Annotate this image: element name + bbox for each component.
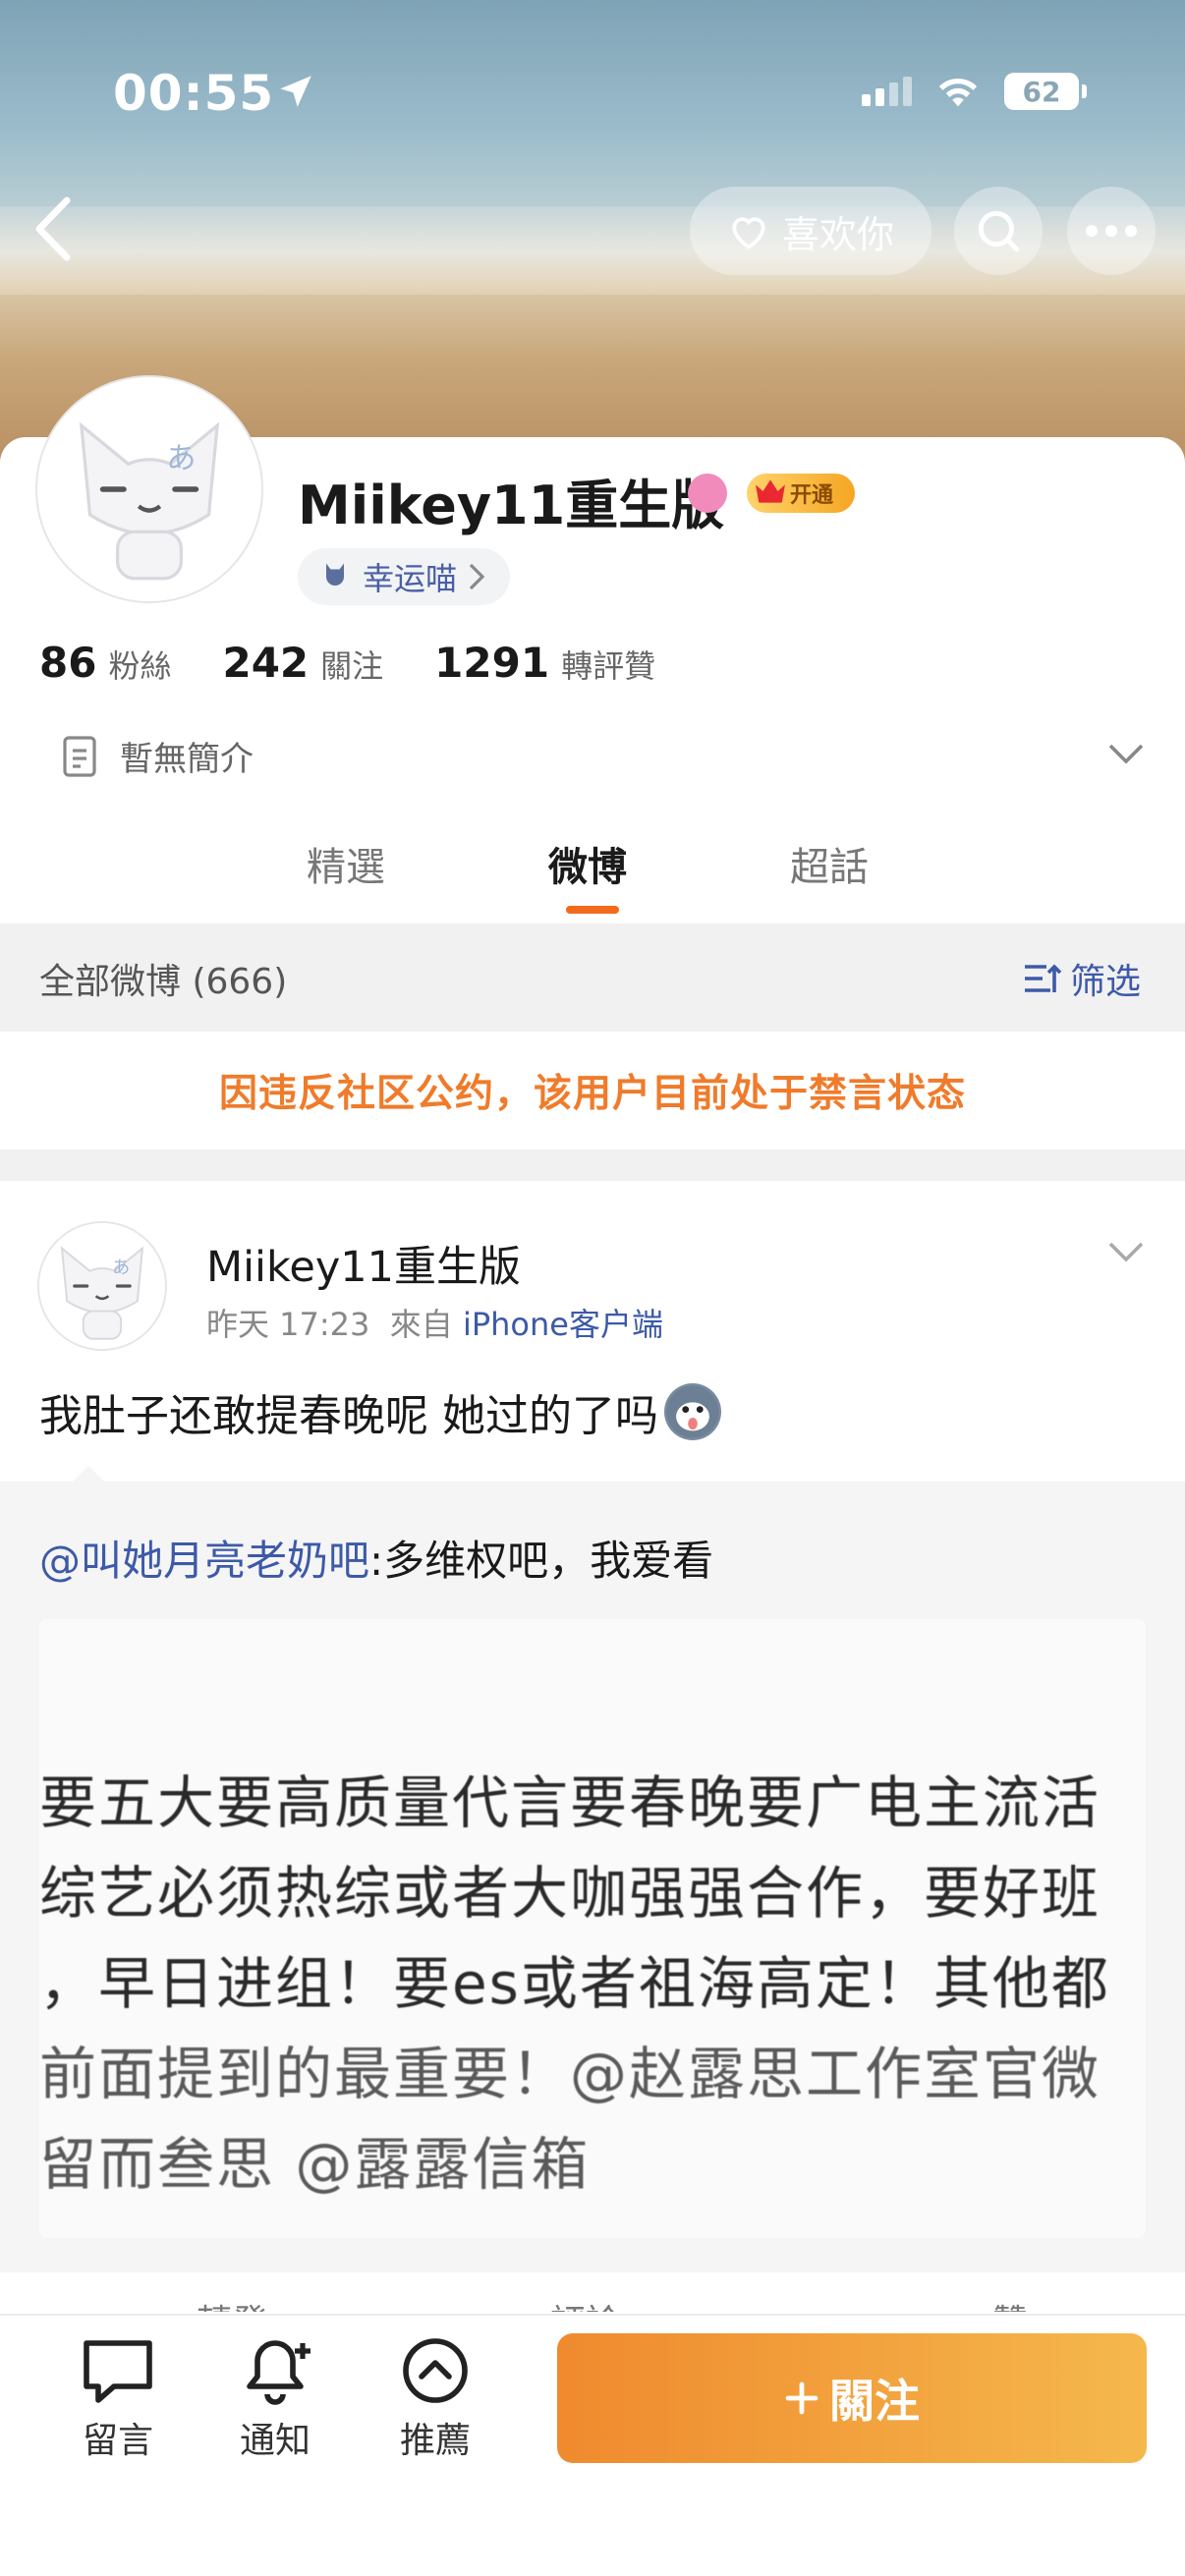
interactions-label: 轉評贊 (561, 647, 656, 685)
followers-stat[interactable]: 86 粉絲 (39, 639, 171, 687)
like-action[interactable]: 贊 (992, 2294, 1028, 2312)
following-label: 關注 (320, 647, 384, 685)
status-time: 00:55 (113, 65, 275, 122)
post-meta: 昨天 17:23 來自 iPhone客户端 (206, 1300, 663, 1345)
follow-button[interactable]: 關注 (557, 2333, 1147, 2463)
bottom-action-bar: 留言 通知 推薦 關注 (0, 2314, 1185, 2576)
post-author-name[interactable]: Miikey11重生版 (206, 1233, 521, 1294)
lucky-cat-badge[interactable]: 幸运喵 (298, 548, 511, 605)
document-icon (63, 735, 96, 777)
vip-open-label: 开通 (790, 483, 834, 508)
tab-super-topic[interactable]: 超話 (790, 835, 869, 892)
filter-button[interactable]: 筛选 (1021, 953, 1141, 1004)
profile-avatar[interactable]: あ (37, 377, 261, 601)
post-body: 我肚子还敢提春晚呢 她过的了吗 (39, 1380, 721, 1443)
female-gender-icon (688, 474, 727, 513)
chevron-right-icon (469, 563, 485, 590)
follow-label: 關注 (829, 2375, 920, 2428)
image-text-line: 综艺必须热综或者大咖强强合作，要好班 (39, 1860, 1101, 1927)
more-dots-icon (1086, 225, 1137, 237)
ban-notice: 因违反社区公约，该用户目前处于禁言状态 (0, 1032, 1185, 1149)
svg-text:あ: あ (112, 1258, 130, 1278)
bio-text: 暫無簡介 (120, 740, 254, 779)
chevron-down-icon[interactable] (1106, 742, 1146, 765)
vip-open-badge[interactable]: 开通 (747, 474, 855, 513)
image-text-line: ，早日进组！要es或者祖海高定！其他都 (39, 1950, 1110, 2017)
search-icon (978, 210, 1020, 252)
interactions-count: 1291 (434, 639, 550, 687)
filter-label: 筛选 (1069, 962, 1141, 1002)
plus-icon (785, 2381, 818, 2415)
repost-image[interactable]: 要五大要高质量代言要春晚要广电主流活 综艺必须热综或者大咖强强合作，要好班 ，早… (39, 1619, 1146, 2238)
status-indicators: 62 (862, 73, 1087, 110)
following-count: 242 (222, 639, 310, 687)
filter-bar: 全部微博 (666) 筛选 (0, 924, 1185, 1032)
section-divider (0, 1149, 1185, 1181)
interactions-stat[interactable]: 1291 轉評贊 (434, 639, 655, 687)
bell-plus-icon (247, 2340, 310, 2405)
cat-avatar-icon: あ (43, 383, 255, 595)
recommend-label: 推薦 (399, 2421, 471, 2461)
filter-sort-icon (1024, 964, 1062, 992)
search-button[interactable] (954, 187, 1043, 275)
chevron-up-circle-icon (403, 2338, 468, 2403)
repost-text: @叫她月亮老奶吧:多维权吧，我爱看 (39, 1528, 713, 1588)
bio-row[interactable]: 暫無簡介 (61, 732, 254, 780)
back-chevron-icon (35, 196, 71, 261)
repost-action[interactable]: 轉發 (197, 2294, 267, 2312)
notify-label: 通知 (239, 2421, 310, 2461)
husky-emoji-icon (664, 1383, 721, 1440)
followers-count: 86 (39, 639, 97, 687)
back-button[interactable] (28, 195, 77, 263)
lucky-cat-label: 幸运喵 (363, 560, 458, 597)
like-you-label: 喜欢你 (781, 212, 894, 256)
message-button[interactable]: 留言 (49, 2335, 187, 2463)
battery-indicator: 62 (1004, 73, 1087, 110)
message-label: 留言 (82, 2421, 153, 2461)
more-button[interactable] (1067, 187, 1156, 275)
post-text: 我肚子还敢提春晚呢 她过的了吗 (39, 1391, 658, 1441)
recommend-button[interactable]: 推薦 (367, 2335, 504, 2463)
svg-text:あ: あ (166, 441, 196, 476)
cat-silhouette-icon (326, 563, 344, 586)
post-author-avatar[interactable]: あ (39, 1223, 165, 1349)
notify-button[interactable]: 通知 (206, 2335, 344, 2463)
message-bubble-icon (84, 2340, 152, 2403)
crown-icon (756, 479, 785, 503)
tab-weibo[interactable]: 微博 (548, 835, 627, 892)
wifi-icon (938, 78, 978, 107)
image-text-line: 留而叁思 @露露信箱 (39, 2131, 591, 2198)
post-source[interactable]: iPhone客户端 (463, 1306, 663, 1343)
followers-label: 粉絲 (108, 647, 172, 685)
profile-stats: 86 粉絲 242 關注 1291 轉評贊 (39, 639, 706, 687)
active-tab-indicator (566, 906, 619, 914)
repost-comment: :多维权吧，我爱看 (369, 1537, 714, 1585)
image-text-line: 前面提到的最重要！@赵露思工作室官微 (39, 2041, 1101, 2107)
post-time: 昨天 17:23 (206, 1306, 370, 1343)
heart-hand-icon (732, 217, 765, 250)
like-you-button[interactable]: 喜欢你 (690, 187, 931, 275)
all-weibo-count: 全部微博 (666) (39, 962, 288, 1002)
cat-avatar-icon: あ (39, 1223, 165, 1349)
following-stat[interactable]: 242 關注 (222, 639, 383, 687)
comment-action[interactable]: 評論 (550, 2294, 621, 2312)
post-action-row: 轉發 評論 贊 (0, 2272, 1185, 2312)
post-from-label: 來自 (389, 1306, 453, 1343)
repost-mention[interactable]: @叫她月亮老奶吧 (39, 1537, 369, 1585)
cellular-signal-icon (862, 77, 912, 106)
location-arrow-icon (275, 71, 316, 116)
post-menu-chevron-icon[interactable] (1106, 1240, 1146, 1263)
image-text-line: 要五大要高质量代言要春晚要广电主流活 (39, 1769, 1101, 1836)
profile-username: Miikey11重生版 (298, 475, 725, 536)
tab-featured[interactable]: 精選 (307, 835, 385, 892)
